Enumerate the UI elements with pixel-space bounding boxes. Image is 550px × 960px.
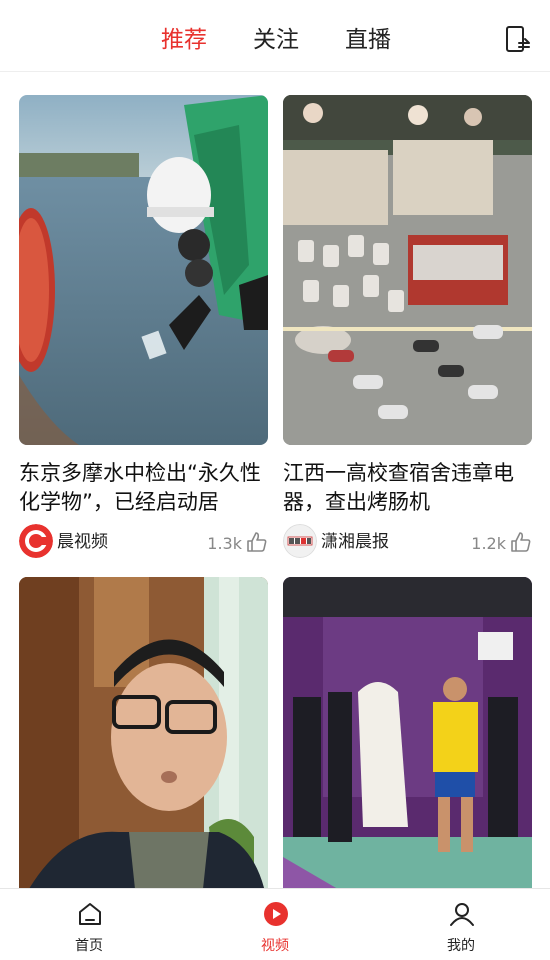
- video-thumbnail[interactable]: [19, 577, 268, 888]
- thumbs-up-icon[interactable]: [246, 531, 268, 553]
- source-logo: [19, 524, 53, 558]
- video-title[interactable]: 东京多摩水中检出“永久性化学物”，已经启动居: [19, 459, 268, 517]
- profile-icon: [450, 903, 474, 926]
- tab-live[interactable]: 直播: [345, 25, 391, 55]
- bottom-nav: 首页 视频 我的: [0, 888, 550, 960]
- nav-home[interactable]: 首页: [44, 889, 134, 960]
- nav-video-label: 视频: [261, 938, 289, 954]
- like-count: 1.2k: [471, 534, 506, 553]
- screen-switch-icon[interactable]: [504, 25, 532, 53]
- video-card[interactable]: 江西一高校查宿舍违章电器，查出烤肠机 潇湘晨报 1.2k: [283, 95, 532, 575]
- nav-home-label: 首页: [75, 938, 103, 954]
- tab-recommend[interactable]: 推荐: [161, 25, 207, 55]
- nav-mine-label: 我的: [447, 938, 475, 954]
- home-icon: [79, 903, 101, 925]
- top-nav: 推荐 关注 直播: [0, 0, 550, 72]
- man-portrait-image: [19, 577, 268, 888]
- video-play-icon: [264, 902, 288, 926]
- video-card[interactable]: [19, 577, 268, 888]
- water-sampling-image: [19, 95, 268, 445]
- source-name[interactable]: 潇湘晨报: [321, 531, 389, 553]
- video-thumbnail[interactable]: [283, 95, 532, 445]
- thumbs-up-icon[interactable]: [510, 531, 532, 553]
- nav-mine[interactable]: 我的: [416, 889, 506, 960]
- video-title[interactable]: 江西一高校查宿舍违章电器，查出烤肠机: [283, 459, 532, 517]
- tab-follow[interactable]: 关注: [253, 25, 299, 55]
- video-feed[interactable]: 东京多摩水中检出“永久性化学物”，已经启动居 晨视频 1.3k 江西一高校查宿舍…: [0, 73, 550, 888]
- source-logo: [283, 524, 317, 558]
- stadium-tunnel-image: [283, 577, 532, 888]
- video-card[interactable]: [283, 577, 532, 888]
- video-thumbnail[interactable]: [19, 95, 268, 445]
- video-thumbnail[interactable]: [283, 577, 532, 888]
- like-count: 1.3k: [207, 534, 242, 553]
- nav-video[interactable]: 视频: [230, 889, 320, 960]
- confiscated-appliances-image: [283, 95, 532, 445]
- video-card[interactable]: 东京多摩水中检出“永久性化学物”，已经启动居 晨视频 1.3k: [19, 95, 268, 575]
- source-name[interactable]: 晨视频: [57, 531, 108, 553]
